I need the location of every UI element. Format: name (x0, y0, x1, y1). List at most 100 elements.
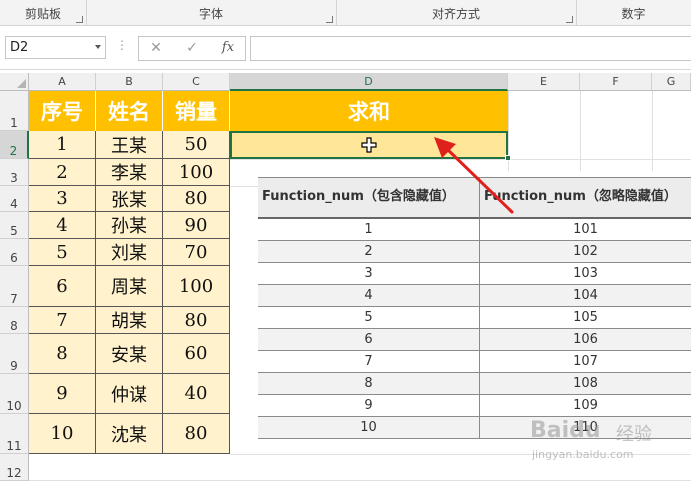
column-header-g[interactable]: G (652, 73, 691, 91)
data-cell-sales[interactable]: 70 (163, 239, 230, 266)
data-cell-sales[interactable]: 80 (163, 414, 230, 454)
row-header-label: 1 (10, 116, 18, 130)
row-header-12[interactable]: 12 (0, 454, 29, 481)
data-cell-index[interactable]: 8 (29, 334, 96, 374)
function-table-cell[interactable]: 102 (480, 241, 691, 263)
data-cell-name[interactable]: 张某 (96, 186, 163, 212)
data-cell-index[interactable]: 5 (29, 239, 96, 266)
row-header-label: 6 (10, 251, 18, 265)
function-table-cell[interactable]: 107 (480, 351, 691, 373)
dialog-launcher-icon[interactable] (76, 16, 83, 23)
data-cell-index[interactable]: 1 (29, 131, 96, 159)
red-arrow-icon (434, 137, 514, 214)
function-table-cell[interactable]: 8 (258, 373, 480, 395)
row-header-3[interactable]: 3 (0, 159, 29, 186)
more-options-icon[interactable]: ⋮ (116, 38, 128, 52)
formula-input[interactable] (250, 36, 691, 61)
column-header-a[interactable]: A (29, 73, 96, 91)
function-table-cell[interactable]: 104 (480, 285, 691, 307)
function-table-cell[interactable]: 10 (258, 417, 480, 439)
column-header-c[interactable]: C (163, 73, 230, 91)
data-cell-name[interactable]: 孙某 (96, 212, 163, 239)
name-box[interactable]: D2 (5, 36, 106, 59)
header-cell-sales[interactable]: 销量 (163, 91, 230, 131)
function-table-cell[interactable]: 101 (480, 219, 691, 241)
ribbon-group-alignment[interactable]: 对齐方式 (336, 0, 577, 26)
data-cell-name[interactable]: 李某 (96, 159, 163, 186)
data-cell-sales[interactable]: 100 (163, 159, 230, 186)
dialog-launcher-icon[interactable] (566, 16, 573, 23)
function-table-cell[interactable]: 2 (258, 241, 480, 263)
function-table-cell[interactable]: 4 (258, 285, 480, 307)
row-header-label: 3 (10, 171, 18, 185)
formula-bar: D2 ⋮ ✕ ✓ fx (0, 26, 691, 70)
ribbon-group-clipboard[interactable]: 剪贴板 (0, 0, 87, 26)
row-header-1[interactable]: 1 (0, 91, 29, 131)
function-table-cell[interactable]: 1 (258, 219, 480, 241)
chevron-down-icon[interactable] (95, 45, 101, 49)
header-cell-name[interactable]: 姓名 (96, 91, 163, 131)
data-cell-name[interactable]: 安某 (96, 334, 163, 374)
row-header-5[interactable]: 5 (0, 212, 29, 239)
row-header-6[interactable]: 6 (0, 239, 29, 266)
data-cell-index[interactable]: 9 (29, 374, 96, 414)
ribbon-group-number[interactable]: 数字 (576, 0, 691, 26)
cross-cursor-icon (361, 137, 377, 153)
function-table-cell[interactable]: 106 (480, 329, 691, 351)
row-header-label: 9 (10, 359, 18, 373)
data-cell-sales[interactable]: 40 (163, 374, 230, 414)
column-header-e[interactable]: E (508, 73, 580, 91)
row-header-4[interactable]: 4 (0, 186, 29, 212)
column-header-d[interactable]: D (230, 73, 508, 91)
header-cell-index[interactable]: 序号 (29, 91, 96, 131)
data-cell-index[interactable]: 10 (29, 414, 96, 454)
data-cell-sales[interactable]: 50 (163, 131, 230, 159)
data-cell-index[interactable]: 3 (29, 186, 96, 212)
data-cell-sales[interactable]: 90 (163, 212, 230, 239)
data-cell-name[interactable]: 沈某 (96, 414, 163, 454)
data-cell-index[interactable]: 6 (29, 266, 96, 307)
cancel-icon[interactable]: ✕ (141, 37, 171, 60)
row-header-8[interactable]: 8 (0, 307, 29, 334)
data-cell-sales[interactable]: 80 (163, 186, 230, 212)
data-cell-sales[interactable]: 100 (163, 266, 230, 307)
dialog-launcher-icon[interactable] (326, 16, 333, 23)
function-table-cell[interactable]: 103 (480, 263, 691, 285)
row-header-9[interactable]: 9 (0, 334, 29, 374)
column-header-f[interactable]: F (580, 73, 652, 91)
function-table-cell[interactable]: 109 (480, 395, 691, 417)
column-header-b[interactable]: B (96, 73, 163, 91)
data-cell-index[interactable]: 2 (29, 159, 96, 186)
header-cell-sum[interactable]: 求和 (230, 91, 508, 131)
function-table-cell[interactable]: 7 (258, 351, 480, 373)
insert-function-button[interactable]: fx (213, 37, 243, 60)
ribbon-group-clipboard-label: 剪贴板 (24, 7, 61, 21)
data-cell-name[interactable]: 刘某 (96, 239, 163, 266)
row-header-7[interactable]: 7 (0, 266, 29, 307)
row-header-label: 7 (10, 292, 18, 306)
confirm-icon[interactable]: ✓ (177, 37, 207, 60)
function-table-cell[interactable]: 108 (480, 373, 691, 395)
function-table-cell[interactable]: 5 (258, 307, 480, 329)
data-cell-sales[interactable]: 60 (163, 334, 230, 374)
row-header-label: 5 (10, 224, 18, 238)
row-header-label: 10 (6, 399, 22, 413)
row-header-10[interactable]: 10 (0, 374, 29, 414)
data-cell-sales[interactable]: 80 (163, 307, 230, 334)
data-cell-name[interactable]: 王某 (96, 131, 163, 159)
row-header-2[interactable]: 2 (0, 131, 29, 159)
row-header-11[interactable]: 11 (0, 414, 29, 454)
function-table-cell[interactable]: 6 (258, 329, 480, 351)
data-cell-name[interactable]: 胡某 (96, 307, 163, 334)
data-cell-index[interactable]: 7 (29, 307, 96, 334)
ribbon-group-font[interactable]: 字体 (86, 0, 337, 26)
data-cell-name[interactable]: 周某 (96, 266, 163, 307)
data-cell-index[interactable]: 4 (29, 212, 96, 239)
data-cell-name[interactable]: 仲谋 (96, 374, 163, 414)
function-table-cell[interactable]: 3 (258, 263, 480, 285)
row-header-label: 4 (10, 197, 18, 211)
function-table-cell[interactable]: 9 (258, 395, 480, 417)
select-all-button[interactable] (0, 73, 29, 91)
function-table-cell[interactable]: 105 (480, 307, 691, 329)
function-table-cell[interactable]: 110 (480, 417, 691, 439)
